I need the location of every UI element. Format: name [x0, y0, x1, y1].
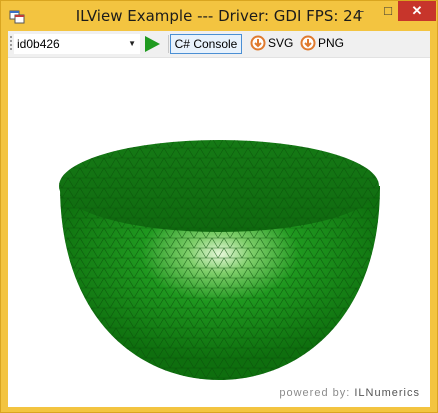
export-svg-button[interactable]: SVG: [250, 34, 296, 54]
powered-by-prefix: powered by:: [279, 387, 351, 399]
download-icon: [300, 35, 316, 51]
client-area: id0b426 ▼ C# Console SVG PNG powered by:…: [8, 31, 430, 407]
dropdown-arrow-icon: ▼: [128, 39, 136, 48]
app-window: ILView Example --- Driver: GDI FPS: 24 –…: [0, 0, 438, 413]
title-bar[interactable]: ILView Example --- Driver: GDI FPS: 24 –…: [1, 1, 437, 31]
scene-id-select[interactable]: id0b426 ▼: [14, 34, 140, 54]
hemisphere-surface: [59, 140, 380, 380]
export-png-label: PNG: [318, 36, 345, 50]
ilnumerics-brand: ILNumerics: [354, 387, 420, 399]
csharp-console-button[interactable]: C# Console: [170, 34, 242, 54]
plot-canvas[interactable]: powered by: ILNumerics: [8, 58, 430, 407]
scene-id-value: id0b426: [17, 37, 60, 51]
play-icon[interactable]: [143, 35, 161, 53]
export-png-button[interactable]: PNG: [300, 34, 348, 54]
export-svg-label: SVG: [268, 36, 294, 50]
powered-by-label: powered by: ILNumerics: [279, 387, 420, 399]
download-icon: [250, 35, 266, 51]
toolbar: id0b426 ▼ C# Console SVG PNG: [8, 31, 430, 58]
close-button[interactable]: ✕: [398, 1, 436, 21]
minimize-button[interactable]: –: [346, 1, 374, 21]
toolbar-grip-icon[interactable]: [10, 36, 13, 52]
toolbar-separator: [168, 35, 169, 53]
